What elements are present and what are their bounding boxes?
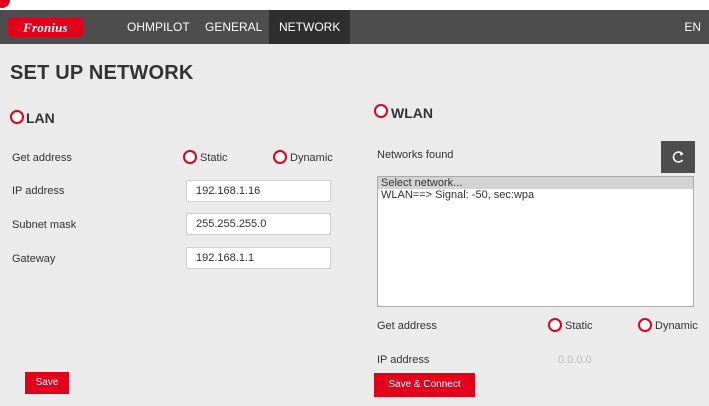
lan-get-address-label: Get address [12,152,72,164]
wlan-ip-value: 0.0.0.0 [558,354,592,366]
wlan-static-label: Static [565,320,593,332]
lan-dynamic-radio[interactable] [273,150,287,164]
page-title: SET UP NETWORK [10,62,194,84]
nav-ohmpilot[interactable]: OHMPILOT [127,10,190,44]
nav-general[interactable]: GENERAL [205,10,262,44]
wlan-heading: WLAN [391,105,433,121]
network-list[interactable]: Select network... WLAN==> Signal: -50, s… [377,176,694,307]
language-selector[interactable]: EN [684,10,701,44]
logo-text: Fronius [23,19,68,35]
navbar: Fronius OHMPILOT GENERAL NETWORK EN [0,10,709,44]
lan-radio[interactable] [10,110,24,124]
top-strip [0,0,709,10]
wlan-ip-label: IP address [377,354,430,366]
lan-save-button[interactable]: Save [25,372,69,394]
lan-gateway-label: Gateway [12,253,56,265]
network-list-item[interactable]: WLAN==> Signal: -50, sec:wpa [378,189,693,201]
wlan-dynamic-label: Dynamic [655,320,698,332]
wlan-dynamic-radio[interactable] [638,318,652,332]
lan-subnet-field[interactable]: 255.255.255.0 [186,213,331,235]
lan-ip-field[interactable]: 192.168.1.16 [186,180,331,202]
lan-static-radio[interactable] [183,150,197,164]
wlan-static-radio[interactable] [548,318,562,332]
lan-ip-label: IP address [12,185,65,197]
wlan-get-address-label: Get address [377,320,437,332]
wlan-radio[interactable] [374,104,388,118]
nav-network[interactable]: NETWORK [269,10,351,44]
lan-gateway-field[interactable]: 192.168.1.1 [186,247,331,269]
lan-subnet-label: Subnet mask [12,219,77,231]
refresh-icon [672,151,684,163]
lan-static-label: Static [200,152,228,164]
network-list-item[interactable]: Select network... [378,177,693,189]
lan-dynamic-label: Dynamic [290,152,333,164]
red-marker-dot [0,0,10,8]
fronius-logo[interactable]: Fronius [8,18,83,37]
refresh-button[interactable] [661,141,695,173]
save-connect-button[interactable]: Save & Connect [374,373,475,397]
lan-heading: LAN [26,110,55,126]
networks-found-label: Networks found [377,149,454,161]
